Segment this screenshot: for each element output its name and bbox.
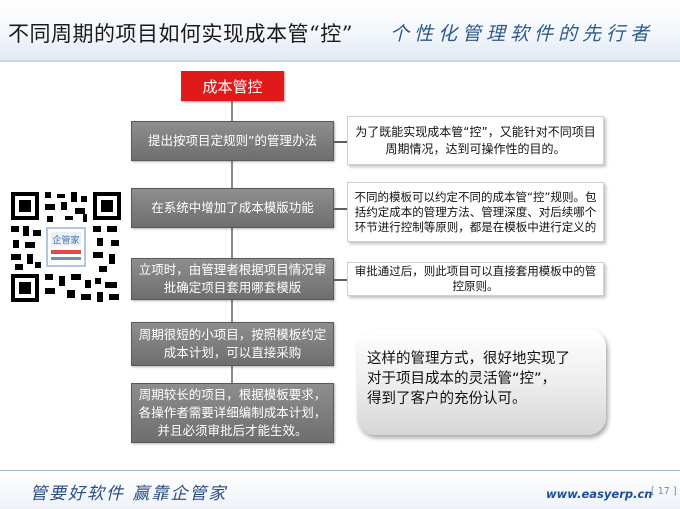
note-box-1: 为了既能实现成本管“控”，又能针对不同项目周期情况，达到可操作性的目的。 <box>347 116 604 165</box>
summary-line-2: 对于项目成本的灵活管“控”， <box>367 371 557 387</box>
root-node-cost-control: 成本管控 <box>181 71 284 101</box>
step-box-4: 周期很短的小项目，按照模板约定成本计划，可以直接采购 <box>131 322 334 366</box>
page-number: [ 17 ] <box>651 486 677 497</box>
footer-brand-slogan: 管要好软件 赢靠企管家 <box>30 484 228 504</box>
summary-callout: 这样的管理方式，很好地实现了 对于项目成本的灵活管“控”， 得到了客户的充份认可… <box>357 329 606 435</box>
summary-line-3: 得到了客户的充份认可。 <box>367 391 527 407</box>
step-box-5: 周期较长的项目，根据模板要求，各操作者需要详细编制成本计划，并且必须审批后才能生… <box>131 383 334 443</box>
step-box-1: 提出按项目定规则”的管理办法 <box>131 121 334 161</box>
note-box-2: 不同的模板可以约定不同的成本管“控”规则。包括约定成本的管理方法、管理深度、对后… <box>347 182 604 242</box>
note-box-3: 审批通过后，则此项目可以直接套用模板中的管控原则。 <box>347 262 604 296</box>
step-box-2: 在系统中增加了成本模版功能 <box>131 188 334 228</box>
qr-code-image: 企管家 <box>9 190 123 304</box>
header-divider <box>0 60 680 62</box>
svg-text:企管家: 企管家 <box>52 234 79 246</box>
step-box-3: 立项时，由管理者根据项目情况审批确定项目套用哪套模版 <box>131 258 334 300</box>
header-slogan: 个性化管理软件的先行者 <box>389 23 654 45</box>
summary-line-1: 这样的管理方式，很好地实现了 <box>367 351 570 367</box>
slide-title: 不同周期的项目如何实现成本管“控” <box>8 22 353 46</box>
connector-3 <box>334 279 348 281</box>
connector-2 <box>334 208 348 210</box>
footer-website-link[interactable]: www.easyerp.cn <box>546 487 652 501</box>
connector-1 <box>334 141 348 143</box>
